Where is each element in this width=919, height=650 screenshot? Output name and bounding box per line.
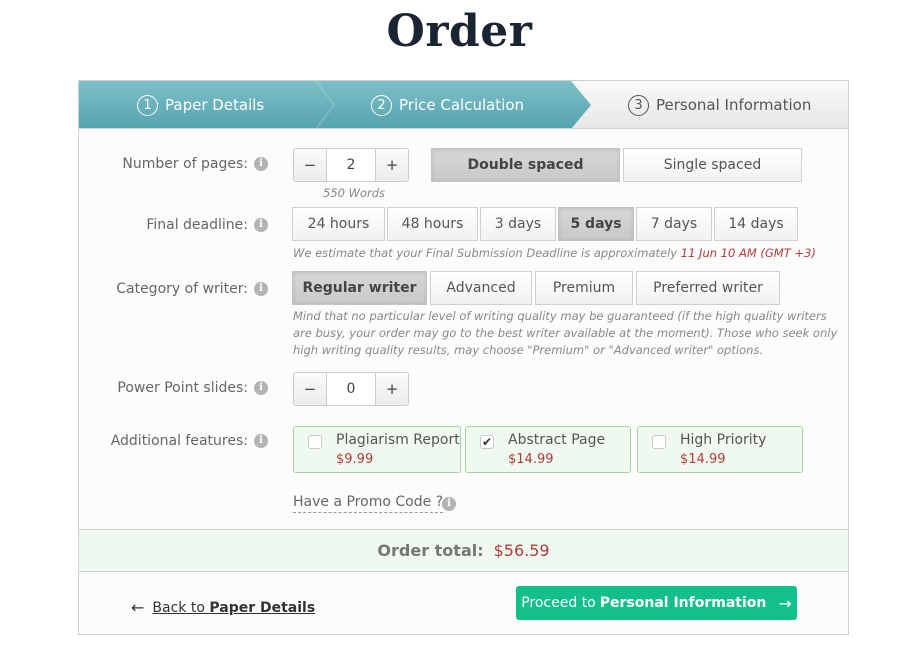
step-price-calculation[interactable]: 2 Price Calculation	[371, 81, 525, 128]
feature-price: $9.99	[336, 452, 374, 467]
deadline-option-48-hours[interactable]: 48 hours	[387, 207, 478, 241]
order-form: 1 Paper Details 2 Price Calculation 3 Pe…	[78, 80, 849, 635]
info-icon[interactable]: i	[254, 157, 268, 171]
arrow-left-icon: ←	[131, 598, 145, 617]
pages-label: Number of pages: i	[122, 156, 268, 172]
pages-decrement-button[interactable]: −	[294, 149, 326, 181]
step-number: 3	[628, 94, 649, 116]
deadline-label: Final deadline: i	[146, 217, 268, 233]
writer-option-advanced[interactable]: Advanced	[430, 271, 532, 305]
info-icon[interactable]: i	[442, 497, 456, 511]
writer-note-line: are busy, your order may go to the best …	[293, 326, 838, 340]
order-total-label: Order total:	[377, 541, 484, 560]
back-link[interactable]: ← Back to Paper Details	[131, 598, 315, 617]
deadline-estimate: We estimate that your Final Submission D…	[293, 245, 816, 262]
checkbox[interactable]	[652, 435, 666, 449]
deadline-option-7-days[interactable]: 7 days	[636, 207, 712, 241]
writer-label-text: Category of writer:	[116, 281, 248, 297]
step-label: Paper Details	[165, 96, 265, 114]
writer-option-preferred[interactable]: Preferred writer	[636, 271, 780, 305]
writer-note-line: high writing quality results, may choose…	[293, 343, 764, 357]
features-label: Additional features: i	[111, 433, 268, 449]
deadline-option-14-days[interactable]: 14 days	[714, 207, 798, 241]
back-prefix: Back to	[152, 599, 210, 616]
slides-stepper: − 0 +	[293, 372, 409, 406]
deadline-label-text: Final deadline:	[146, 217, 248, 233]
writer-label: Category of writer: i	[116, 281, 268, 297]
feature-name: High Priority	[680, 432, 767, 448]
step-label: Price Calculation	[399, 96, 525, 114]
step-paper-details[interactable]: 1 Paper Details	[137, 81, 265, 128]
single-spaced-option[interactable]: Single spaced	[623, 148, 802, 182]
slides-label-text: Power Point slides:	[117, 380, 248, 396]
feature-high-priority[interactable]: High Priority $14.99	[637, 426, 803, 473]
writer-option-regular[interactable]: Regular writer	[292, 271, 427, 305]
info-icon[interactable]: i	[254, 434, 268, 448]
order-total-bar: Order total: $56.59	[79, 529, 848, 572]
feature-abstract-page[interactable]: ✔ Abstract Page $14.99	[465, 426, 631, 473]
page-title: Order	[386, 6, 533, 57]
proceed-target: Personal Information	[599, 595, 767, 611]
writer-option-premium[interactable]: Premium	[535, 271, 633, 305]
deadline-estimate-date: 11 Jun 10 AM (GMT +3)	[680, 246, 816, 260]
feature-price: $14.99	[508, 452, 554, 467]
pages-stepper: − 2 +	[293, 148, 409, 182]
back-link-text[interactable]: Back to Paper Details	[152, 600, 315, 616]
feature-price: $14.99	[680, 452, 726, 467]
pages-increment-button[interactable]: +	[376, 149, 408, 181]
pages-label-text: Number of pages:	[122, 156, 248, 172]
promo-code-link[interactable]: Have a Promo Code ?	[293, 494, 444, 513]
step-number: 2	[371, 94, 392, 116]
deadline-option-3-days[interactable]: 3 days	[480, 207, 556, 241]
pages-input[interactable]: 2	[326, 149, 376, 181]
proceed-button[interactable]: Proceed to Personal Information →	[516, 586, 797, 620]
slides-decrement-button[interactable]: −	[294, 373, 326, 405]
info-icon[interactable]: i	[254, 218, 268, 232]
step-number: 1	[137, 94, 158, 116]
double-spaced-option[interactable]: Double spaced	[431, 148, 620, 182]
features-label-text: Additional features:	[110, 433, 248, 449]
writer-note: Mind that no particular level of writing…	[293, 308, 837, 359]
checkbox-checked[interactable]: ✔	[480, 435, 494, 449]
words-hint: 550 Words	[323, 186, 386, 200]
arrow-right-icon: →	[778, 593, 792, 613]
slides-input[interactable]: 0	[326, 373, 376, 405]
info-icon[interactable]: i	[254, 381, 268, 395]
deadline-estimate-text: We estimate that your Final Submission D…	[293, 246, 678, 260]
step-label: Personal Information	[656, 96, 812, 114]
order-total-amount: $56.59	[493, 541, 550, 560]
proceed-prefix: Proceed to	[521, 595, 596, 611]
feature-plagiarism-report[interactable]: Plagiarism Report $9.99	[293, 426, 461, 473]
info-icon[interactable]: i	[254, 282, 268, 296]
progress-steps: 1 Paper Details 2 Price Calculation 3 Pe…	[79, 81, 848, 129]
back-target: Paper Details	[209, 599, 316, 616]
step-personal-information[interactable]: 3 Personal Information	[628, 81, 812, 128]
writer-note-line: Mind that no particular level of writing…	[293, 309, 827, 323]
feature-name: Plagiarism Report	[336, 432, 460, 448]
deadline-option-5-days[interactable]: 5 days	[558, 207, 634, 241]
checkbox[interactable]	[308, 435, 322, 449]
feature-name: Abstract Page	[508, 432, 606, 448]
slides-label: Power Point slides: i	[117, 380, 268, 396]
deadline-option-24-hours[interactable]: 24 hours	[292, 207, 385, 241]
slides-increment-button[interactable]: +	[376, 373, 408, 405]
